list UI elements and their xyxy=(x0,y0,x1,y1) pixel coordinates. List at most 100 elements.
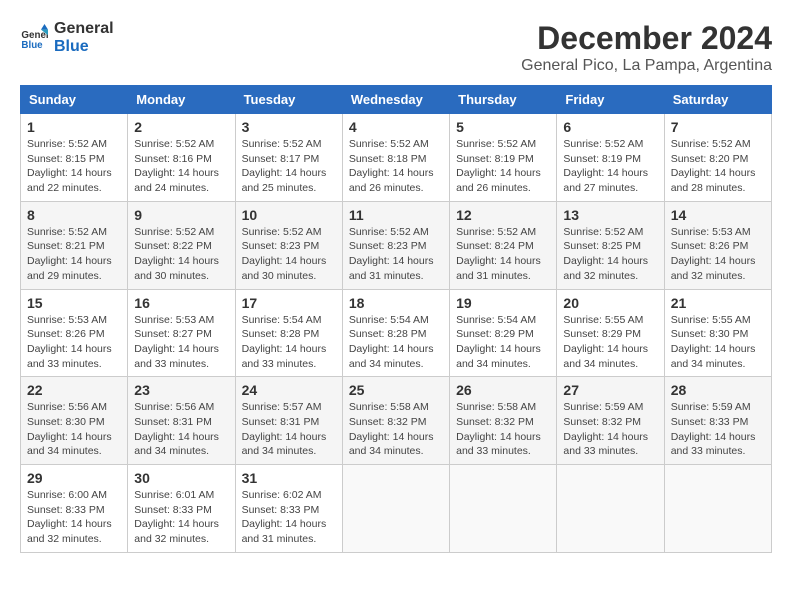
calendar-cell: 20 Sunrise: 5:55 AM Sunset: 8:29 PM Dayl… xyxy=(557,289,664,377)
daylight-text: Daylight: 14 hours and 34 minutes. xyxy=(349,342,443,371)
calendar-cell: 30 Sunrise: 6:01 AM Sunset: 8:33 PM Dayl… xyxy=(128,465,235,553)
daylight-text: Daylight: 14 hours and 28 minutes. xyxy=(671,166,765,195)
day-info: Sunrise: 5:53 AM Sunset: 8:26 PM Dayligh… xyxy=(671,225,765,284)
sunset-text: Sunset: 8:28 PM xyxy=(242,327,336,342)
day-number: 7 xyxy=(671,119,765,135)
sunset-text: Sunset: 8:23 PM xyxy=(349,239,443,254)
calendar-cell: 16 Sunrise: 5:53 AM Sunset: 8:27 PM Dayl… xyxy=(128,289,235,377)
day-number: 22 xyxy=(27,382,121,398)
calendar-week-4: 22 Sunrise: 5:56 AM Sunset: 8:30 PM Dayl… xyxy=(21,377,772,465)
daylight-text: Daylight: 14 hours and 33 minutes. xyxy=(671,430,765,459)
sunrise-text: Sunrise: 5:52 AM xyxy=(134,137,228,152)
sunset-text: Sunset: 8:32 PM xyxy=(456,415,550,430)
day-info: Sunrise: 5:53 AM Sunset: 8:27 PM Dayligh… xyxy=(134,313,228,372)
day-info: Sunrise: 6:00 AM Sunset: 8:33 PM Dayligh… xyxy=(27,488,121,547)
page-container: General Blue General Blue December 2024 … xyxy=(20,20,772,553)
sunset-text: Sunset: 8:23 PM xyxy=(242,239,336,254)
sunset-text: Sunset: 8:31 PM xyxy=(134,415,228,430)
sunrise-text: Sunrise: 5:58 AM xyxy=(456,400,550,415)
logo-blue: Blue xyxy=(54,38,114,56)
svg-text:Blue: Blue xyxy=(21,39,43,50)
daylight-text: Daylight: 14 hours and 32 minutes. xyxy=(563,254,657,283)
day-info: Sunrise: 5:52 AM Sunset: 8:15 PM Dayligh… xyxy=(27,137,121,196)
sunrise-text: Sunrise: 5:53 AM xyxy=(134,313,228,328)
daylight-text: Daylight: 14 hours and 34 minutes. xyxy=(563,342,657,371)
sunrise-text: Sunrise: 5:52 AM xyxy=(456,225,550,240)
sunrise-text: Sunrise: 5:55 AM xyxy=(563,313,657,328)
day-number: 5 xyxy=(456,119,550,135)
daylight-text: Daylight: 14 hours and 31 minutes. xyxy=(456,254,550,283)
calendar-cell: 23 Sunrise: 5:56 AM Sunset: 8:31 PM Dayl… xyxy=(128,377,235,465)
calendar-cell xyxy=(342,465,449,553)
sunset-text: Sunset: 8:32 PM xyxy=(563,415,657,430)
day-info: Sunrise: 5:52 AM Sunset: 8:18 PM Dayligh… xyxy=(349,137,443,196)
sunset-text: Sunset: 8:21 PM xyxy=(27,239,121,254)
calendar-week-3: 15 Sunrise: 5:53 AM Sunset: 8:26 PM Dayl… xyxy=(21,289,772,377)
day-info: Sunrise: 5:52 AM Sunset: 8:19 PM Dayligh… xyxy=(456,137,550,196)
day-number: 19 xyxy=(456,295,550,311)
calendar-cell: 1 Sunrise: 5:52 AM Sunset: 8:15 PM Dayli… xyxy=(21,114,128,202)
calendar-cell: 8 Sunrise: 5:52 AM Sunset: 8:21 PM Dayli… xyxy=(21,201,128,289)
sunrise-text: Sunrise: 5:52 AM xyxy=(27,137,121,152)
title-section: December 2024 General Pico, La Pampa, Ar… xyxy=(521,20,772,75)
calendar-cell xyxy=(450,465,557,553)
day-info: Sunrise: 5:56 AM Sunset: 8:31 PM Dayligh… xyxy=(134,400,228,459)
day-info: Sunrise: 5:52 AM Sunset: 8:22 PM Dayligh… xyxy=(134,225,228,284)
day-info: Sunrise: 5:54 AM Sunset: 8:28 PM Dayligh… xyxy=(242,313,336,372)
daylight-text: Daylight: 14 hours and 34 minutes. xyxy=(456,342,550,371)
sunset-text: Sunset: 8:33 PM xyxy=(27,503,121,518)
sunrise-text: Sunrise: 6:00 AM xyxy=(27,488,121,503)
sunrise-text: Sunrise: 5:59 AM xyxy=(563,400,657,415)
calendar-cell: 29 Sunrise: 6:00 AM Sunset: 8:33 PM Dayl… xyxy=(21,465,128,553)
day-number: 28 xyxy=(671,382,765,398)
sunset-text: Sunset: 8:19 PM xyxy=(563,152,657,167)
day-info: Sunrise: 6:02 AM Sunset: 8:33 PM Dayligh… xyxy=(242,488,336,547)
day-number: 11 xyxy=(349,207,443,223)
day-number: 31 xyxy=(242,470,336,486)
day-number: 14 xyxy=(671,207,765,223)
day-info: Sunrise: 5:54 AM Sunset: 8:29 PM Dayligh… xyxy=(456,313,550,372)
calendar-cell: 11 Sunrise: 5:52 AM Sunset: 8:23 PM Dayl… xyxy=(342,201,449,289)
logo-icon: General Blue xyxy=(20,24,48,52)
sunrise-text: Sunrise: 5:54 AM xyxy=(349,313,443,328)
sunrise-text: Sunrise: 5:52 AM xyxy=(456,137,550,152)
day-number: 20 xyxy=(563,295,657,311)
daylight-text: Daylight: 14 hours and 27 minutes. xyxy=(563,166,657,195)
sunset-text: Sunset: 8:31 PM xyxy=(242,415,336,430)
daylight-text: Daylight: 14 hours and 33 minutes. xyxy=(456,430,550,459)
day-info: Sunrise: 5:52 AM Sunset: 8:16 PM Dayligh… xyxy=(134,137,228,196)
day-info: Sunrise: 5:53 AM Sunset: 8:26 PM Dayligh… xyxy=(27,313,121,372)
header: General Blue General Blue December 2024 … xyxy=(20,20,772,75)
sunset-text: Sunset: 8:25 PM xyxy=(563,239,657,254)
sunrise-text: Sunrise: 5:52 AM xyxy=(349,137,443,152)
calendar-cell: 21 Sunrise: 5:55 AM Sunset: 8:30 PM Dayl… xyxy=(664,289,771,377)
day-number: 25 xyxy=(349,382,443,398)
column-header-thursday: Thursday xyxy=(450,86,557,114)
calendar-cell: 13 Sunrise: 5:52 AM Sunset: 8:25 PM Dayl… xyxy=(557,201,664,289)
sunrise-text: Sunrise: 5:52 AM xyxy=(242,225,336,240)
sunrise-text: Sunrise: 5:54 AM xyxy=(242,313,336,328)
calendar-cell: 6 Sunrise: 5:52 AM Sunset: 8:19 PM Dayli… xyxy=(557,114,664,202)
calendar-cell xyxy=(664,465,771,553)
sunrise-text: Sunrise: 5:53 AM xyxy=(671,225,765,240)
daylight-text: Daylight: 14 hours and 34 minutes. xyxy=(671,342,765,371)
day-info: Sunrise: 5:52 AM Sunset: 8:20 PM Dayligh… xyxy=(671,137,765,196)
sunrise-text: Sunrise: 5:52 AM xyxy=(242,137,336,152)
calendar-cell: 2 Sunrise: 5:52 AM Sunset: 8:16 PM Dayli… xyxy=(128,114,235,202)
day-number: 10 xyxy=(242,207,336,223)
column-header-saturday: Saturday xyxy=(664,86,771,114)
sunset-text: Sunset: 8:30 PM xyxy=(671,327,765,342)
sunrise-text: Sunrise: 5:55 AM xyxy=(671,313,765,328)
logo: General Blue General Blue xyxy=(20,20,114,55)
calendar-week-1: 1 Sunrise: 5:52 AM Sunset: 8:15 PM Dayli… xyxy=(21,114,772,202)
sunrise-text: Sunrise: 5:57 AM xyxy=(242,400,336,415)
day-number: 2 xyxy=(134,119,228,135)
calendar-table: SundayMondayTuesdayWednesdayThursdayFrid… xyxy=(20,85,772,553)
day-number: 12 xyxy=(456,207,550,223)
day-number: 8 xyxy=(27,207,121,223)
day-number: 4 xyxy=(349,119,443,135)
daylight-text: Daylight: 14 hours and 25 minutes. xyxy=(242,166,336,195)
column-header-friday: Friday xyxy=(557,86,664,114)
daylight-text: Daylight: 14 hours and 34 minutes. xyxy=(134,430,228,459)
day-number: 3 xyxy=(242,119,336,135)
